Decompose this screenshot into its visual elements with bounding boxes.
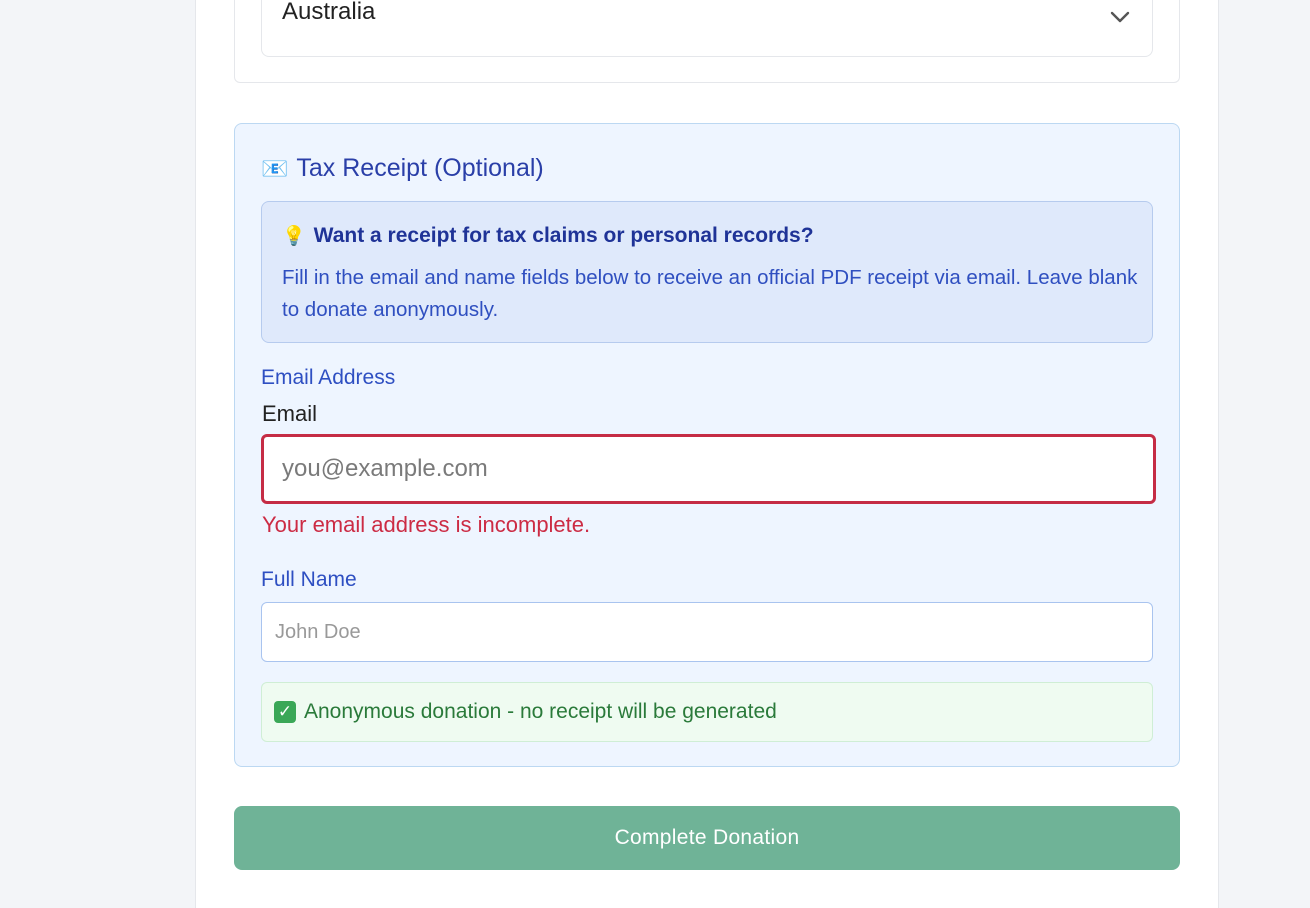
- chevron-down-icon: [1110, 11, 1130, 23]
- anonymous-notice-text: Anonymous donation - no receipt will be …: [304, 700, 777, 723]
- envelope-icon: 📧: [261, 155, 289, 181]
- info-heading: 💡 Want a receipt for tax claims or perso…: [282, 224, 814, 248]
- info-body-text: Fill in the email and name fields below …: [282, 266, 1138, 321]
- receipt-info-box: 💡 Want a receipt for tax claims or perso…: [261, 201, 1153, 343]
- lightbulb-icon: 💡: [282, 226, 306, 247]
- full-name-label: Full Name: [261, 568, 357, 591]
- email-field[interactable]: [261, 434, 1156, 504]
- complete-donation-button[interactable]: Complete Donation: [234, 806, 1180, 870]
- tax-receipt-card: 📧 Tax Receipt (Optional) 💡 Want a receip…: [234, 123, 1180, 767]
- donation-form-page: Australia 📧 Tax Receipt (Optional) 💡 Wan…: [195, 0, 1219, 908]
- country-selected-value: Australia: [282, 0, 376, 25]
- country-card: Australia: [234, 0, 1180, 83]
- email-section-label: Email Address: [261, 366, 396, 389]
- tax-receipt-title: 📧 Tax Receipt (Optional): [261, 154, 544, 183]
- email-error-message: Your email address is incomplete.: [262, 512, 591, 537]
- anonymous-notice: ✓ Anonymous donation - no receipt will b…: [261, 682, 1153, 742]
- email-label: Email: [262, 401, 318, 426]
- check-icon: ✓: [274, 701, 296, 723]
- info-heading-text: Want a receipt for tax claims or persona…: [313, 224, 814, 247]
- country-select[interactable]: Australia: [261, 0, 1153, 57]
- full-name-field[interactable]: [261, 602, 1153, 662]
- tax-receipt-title-text: Tax Receipt (Optional): [296, 154, 544, 182]
